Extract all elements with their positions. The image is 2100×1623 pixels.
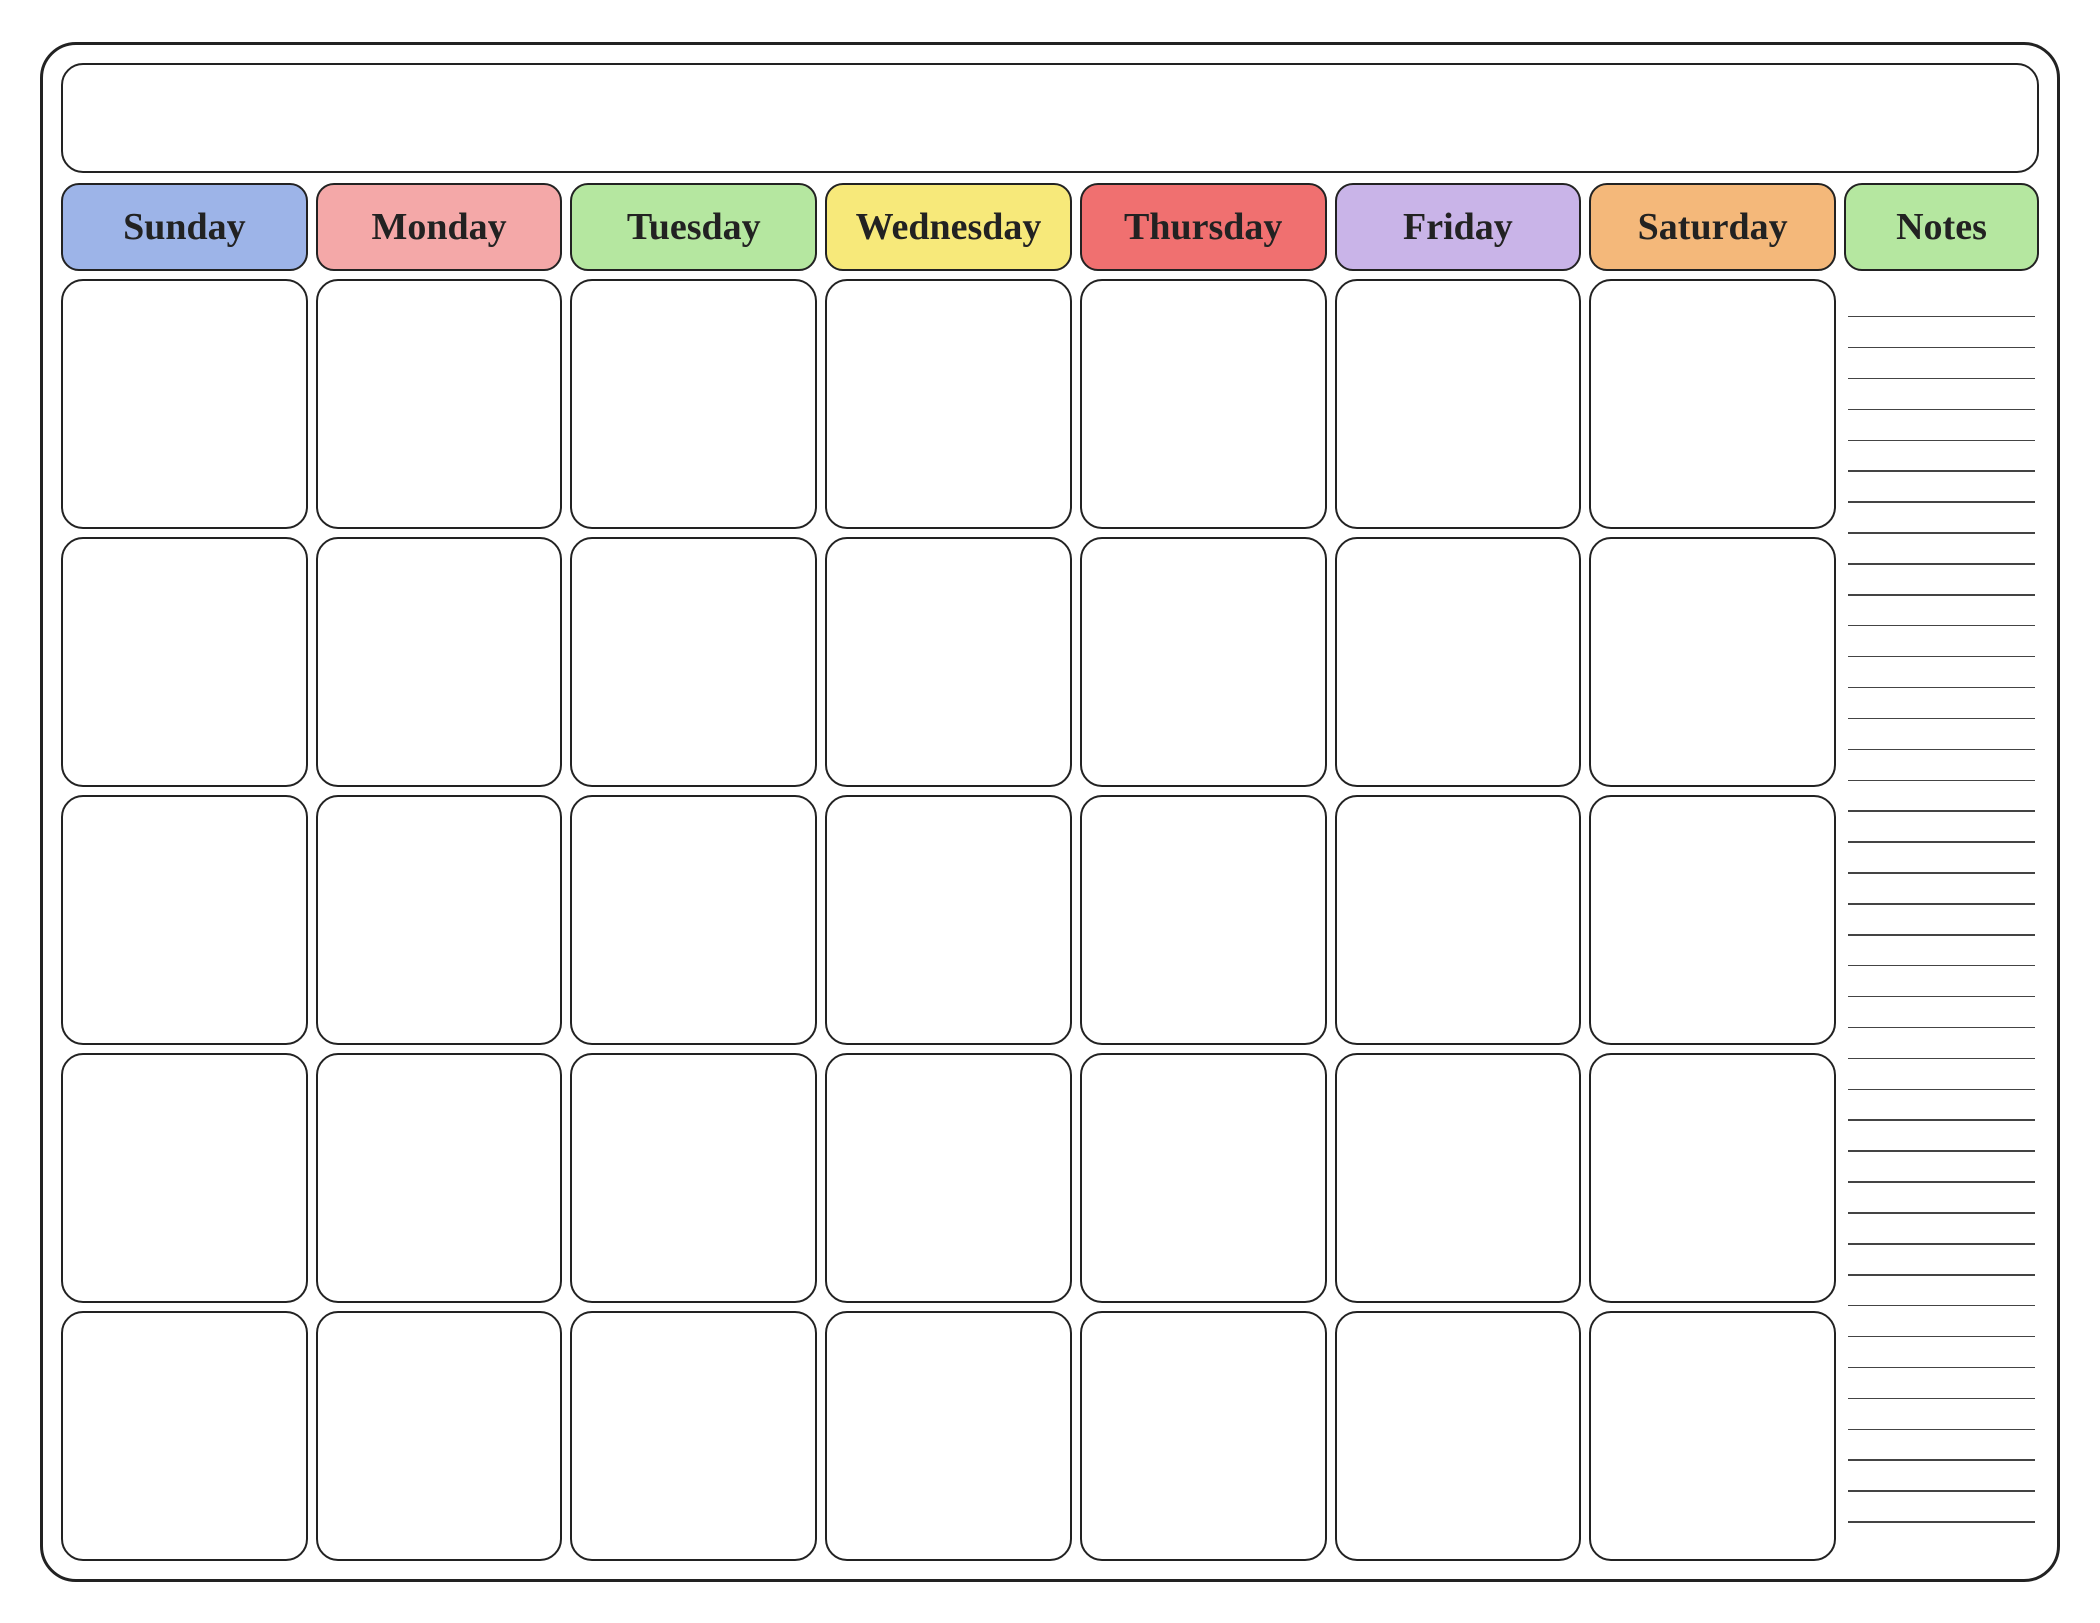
- notes-line: [1848, 1274, 2035, 1276]
- notes-line: [1848, 1212, 2035, 1214]
- day-cell[interactable]: [1335, 1311, 1582, 1561]
- calendar-main: SundayMondayTuesdayWednesdayThursdayFrid…: [61, 183, 2039, 1561]
- day-cell[interactable]: [61, 1053, 308, 1303]
- header-thursday: Thursday: [1080, 183, 1327, 271]
- notes-line: [1848, 1367, 2035, 1369]
- day-cell[interactable]: [1080, 1311, 1327, 1561]
- notes-line: [1848, 378, 2035, 380]
- calendar-rows: [61, 279, 1836, 1561]
- day-cell[interactable]: [1080, 537, 1327, 787]
- notes-line: [1848, 1459, 2035, 1461]
- notes-line: [1848, 718, 2035, 720]
- notes-line: [1848, 780, 2035, 782]
- calendar-row-2: [61, 537, 1836, 787]
- notes-line: [1848, 470, 2035, 472]
- day-cell[interactable]: [825, 537, 1072, 787]
- day-cell[interactable]: [570, 537, 817, 787]
- notes-line: [1848, 563, 2035, 565]
- calendar-row-3: [61, 795, 1836, 1045]
- day-cell[interactable]: [570, 279, 817, 529]
- notes-line: [1848, 532, 2035, 534]
- notes-line: [1848, 594, 2035, 596]
- notes-column: Notes: [1844, 183, 2039, 1561]
- day-cell[interactable]: [1335, 279, 1582, 529]
- notes-line: [1848, 1089, 2035, 1091]
- day-cell[interactable]: [1589, 537, 1836, 787]
- notes-lines-area[interactable]: [1844, 279, 2039, 1561]
- notes-line: [1848, 903, 2035, 905]
- day-cell[interactable]: [61, 537, 308, 787]
- notes-line: [1848, 1181, 2035, 1183]
- notes-line: [1848, 1243, 2035, 1245]
- notes-line: [1848, 316, 2035, 318]
- notes-line: [1848, 934, 2035, 936]
- day-cell[interactable]: [1589, 1311, 1836, 1561]
- day-cell[interactable]: [316, 1053, 563, 1303]
- notes-label: Notes: [1896, 205, 1987, 249]
- notes-line: [1848, 656, 2035, 658]
- day-cell[interactable]: [825, 1311, 1072, 1561]
- header-row: SundayMondayTuesdayWednesdayThursdayFrid…: [61, 183, 1836, 271]
- days-grid: SundayMondayTuesdayWednesdayThursdayFrid…: [61, 183, 1836, 1561]
- notes-line: [1848, 625, 2035, 627]
- notes-line: [1848, 810, 2035, 812]
- day-cell[interactable]: [1080, 1053, 1327, 1303]
- day-cell[interactable]: [316, 1311, 563, 1561]
- notes-line: [1848, 996, 2035, 998]
- notes-line: [1848, 347, 2035, 349]
- header-tuesday: Tuesday: [570, 183, 817, 271]
- notes-line: [1848, 872, 2035, 874]
- notes-line: [1848, 440, 2035, 442]
- notes-line: [1848, 1490, 2035, 1492]
- notes-line: [1848, 749, 2035, 751]
- calendar-row-5: [61, 1311, 1836, 1561]
- day-cell[interactable]: [1589, 279, 1836, 529]
- day-cell[interactable]: [61, 279, 308, 529]
- day-cell[interactable]: [61, 795, 308, 1045]
- day-cell[interactable]: [61, 1311, 308, 1561]
- header-friday: Friday: [1335, 183, 1582, 271]
- day-cell[interactable]: [825, 279, 1072, 529]
- day-cell[interactable]: [1335, 1053, 1582, 1303]
- calendar-row-4: [61, 1053, 1836, 1303]
- notes-line: [1848, 1150, 2035, 1152]
- notes-line: [1848, 1305, 2035, 1307]
- notes-line: [1848, 1027, 2035, 1029]
- title-bar[interactable]: [61, 63, 2039, 173]
- notes-header: Notes: [1844, 183, 2039, 271]
- day-cell[interactable]: [825, 795, 1072, 1045]
- notes-line: [1848, 1058, 2035, 1060]
- header-saturday: Saturday: [1589, 183, 1836, 271]
- day-cell[interactable]: [1589, 1053, 1836, 1303]
- notes-line: [1848, 501, 2035, 503]
- notes-line: [1848, 687, 2035, 689]
- day-cell[interactable]: [570, 1311, 817, 1561]
- calendar-container: SundayMondayTuesdayWednesdayThursdayFrid…: [40, 42, 2060, 1582]
- day-cell[interactable]: [825, 1053, 1072, 1303]
- day-cell[interactable]: [1589, 795, 1836, 1045]
- notes-line: [1848, 1429, 2035, 1431]
- header-sunday: Sunday: [61, 183, 308, 271]
- header-monday: Monday: [316, 183, 563, 271]
- notes-line: [1848, 841, 2035, 843]
- notes-line: [1848, 409, 2035, 411]
- notes-line: [1848, 1398, 2035, 1400]
- day-cell[interactable]: [316, 795, 563, 1045]
- day-cell[interactable]: [1080, 279, 1327, 529]
- day-cell[interactable]: [1080, 795, 1327, 1045]
- day-cell[interactable]: [1335, 537, 1582, 787]
- header-wednesday: Wednesday: [825, 183, 1072, 271]
- day-cell[interactable]: [570, 1053, 817, 1303]
- calendar-row-1: [61, 279, 1836, 529]
- notes-line: [1848, 1119, 2035, 1121]
- notes-line: [1848, 965, 2035, 967]
- notes-line: [1848, 1336, 2035, 1338]
- day-cell[interactable]: [1335, 795, 1582, 1045]
- day-cell[interactable]: [316, 537, 563, 787]
- notes-line: [1848, 1521, 2035, 1523]
- day-cell[interactable]: [316, 279, 563, 529]
- day-cell[interactable]: [570, 795, 817, 1045]
